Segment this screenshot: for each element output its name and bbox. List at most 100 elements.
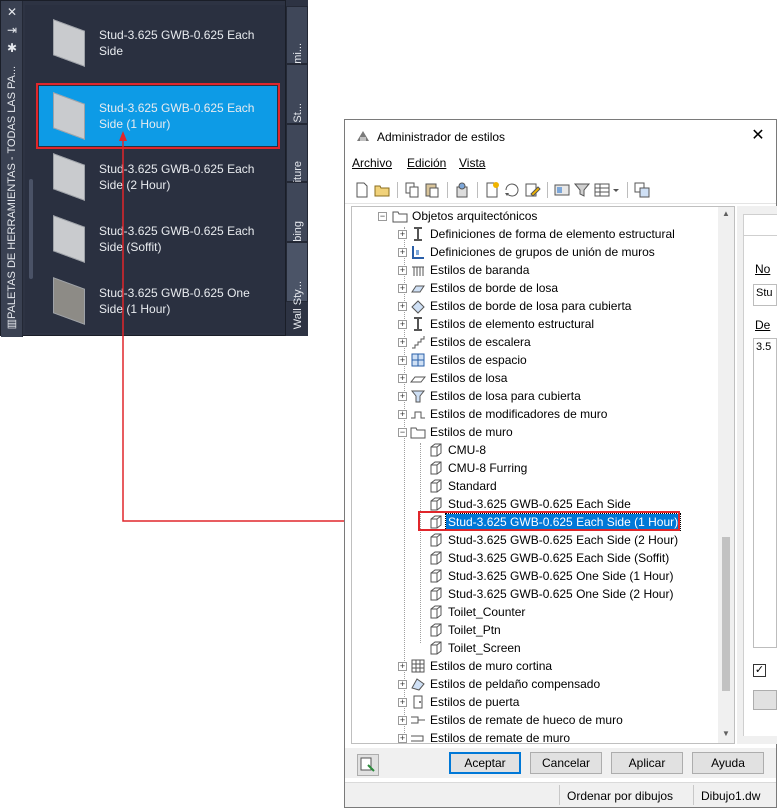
expand-icon[interactable]: +: [398, 266, 407, 275]
tree-node-category[interactable]: + Estilos de peldaño compensado: [352, 675, 720, 693]
tree-node-wall-style[interactable]: Toilet_Screen: [352, 639, 720, 657]
set-from-icon[interactable]: [503, 181, 521, 199]
tree-node-wall-style[interactable]: Standard: [352, 477, 720, 495]
menu-vista[interactable]: Vista: [459, 156, 485, 170]
tree-node-wall-style[interactable]: Toilet_Counter: [352, 603, 720, 621]
tree-node-label: Toilet_Counter: [448, 605, 526, 619]
ok-button[interactable]: Aceptar: [449, 752, 521, 774]
tree-node-wall-style[interactable]: Stud-3.625 GWB-0.625 One Side (2 Hour): [352, 585, 720, 603]
tree-vertical-scrollbar[interactable]: ▲ ▼: [718, 207, 734, 743]
tree-node-wall-style[interactable]: Stud-3.625 GWB-0.625 One Side (1 Hour): [352, 567, 720, 585]
scroll-up-icon[interactable]: ▲: [721, 209, 731, 219]
toolbar-separator: [477, 182, 478, 198]
tree-node-root[interactable]: − Objetos arquitectónicos: [352, 207, 720, 225]
wall-style-icon: [430, 443, 442, 457]
tree-node-wall-style[interactable]: CMU-8: [352, 441, 720, 459]
tree-node-wall-style[interactable]: Stud-3.625 GWB-0.625 Each Side (Soffit): [352, 549, 720, 567]
tab-general[interactable]: [743, 214, 777, 236]
wall-endcap-icon: [411, 735, 424, 742]
tree-node-label: Definiciones de forma de elemento estruc…: [430, 227, 675, 241]
new-drawing-icon[interactable]: [353, 181, 371, 199]
highlight-frame: [418, 511, 680, 531]
tree-node-label: CMU-8 Furring: [448, 461, 528, 475]
description-label: De: [755, 318, 771, 332]
wall-style-icon: [430, 479, 442, 493]
filter-icon[interactable]: [573, 181, 591, 199]
screen: ✕ ⇥ ✱ PALETAS DE HERRAMIENTAS - TODAS LA…: [0, 0, 778, 808]
tree-node-label: Estilos de remate de muro: [430, 731, 571, 744]
tree-node-category[interactable]: + Estilos de losa para cubierta: [352, 387, 720, 405]
tree-node-label: Estilos de puerta: [430, 695, 520, 709]
expand-icon[interactable]: +: [398, 338, 407, 347]
scroll-down-icon[interactable]: ▼: [721, 729, 731, 739]
tree-node-category[interactable]: + Definiciones de forma de elemento estr…: [352, 225, 720, 243]
expand-icon[interactable]: +: [398, 248, 407, 257]
tree-node-label: Stud-3.625 GWB-0.625 One Side (2 Hour): [448, 587, 674, 601]
expand-icon[interactable]: +: [398, 680, 407, 689]
tree-node-category[interactable]: + Estilos de borde de losa para cubierta: [352, 297, 720, 315]
tree-node-label: Estilos de losa: [430, 371, 508, 385]
wall-style-icon: [430, 497, 442, 511]
expand-icon[interactable]: +: [398, 284, 407, 293]
open-drawing-icon[interactable]: [373, 181, 391, 199]
description-field[interactable]: 3.5: [753, 338, 777, 648]
wall-style-icon: [430, 623, 442, 637]
menu-edicion[interactable]: Edición: [407, 156, 446, 170]
expand-icon[interactable]: +: [398, 734, 407, 743]
expand-icon[interactable]: +: [398, 356, 407, 365]
curtain-wall-icon: [411, 659, 425, 673]
tree-node-category[interactable]: + Estilos de elemento estructural: [352, 315, 720, 333]
tree-node-category[interactable]: + Definiciones de grupos de unión de mur…: [352, 243, 720, 261]
expand-icon[interactable]: +: [398, 392, 407, 401]
tree-node-wall-style[interactable]: Stud-3.625 GWB-0.625 Each Side (2 Hour): [352, 531, 720, 549]
expand-icon[interactable]: +: [398, 662, 407, 671]
name-field[interactable]: Stu: [753, 284, 777, 306]
expand-icon[interactable]: +: [398, 230, 407, 239]
expand-icon[interactable]: +: [398, 302, 407, 311]
expand-icon[interactable]: +: [398, 320, 407, 329]
name-label: No: [755, 262, 771, 276]
winder-icon: [411, 678, 425, 691]
toggle-view-button[interactable]: [357, 754, 379, 776]
notes-checkbox[interactable]: ✓: [753, 664, 766, 677]
paste-icon[interactable]: [423, 181, 441, 199]
edit-style-icon[interactable]: [523, 181, 541, 199]
purge-styles-icon[interactable]: [453, 181, 471, 199]
expand-icon[interactable]: +: [398, 410, 407, 419]
expand-icon[interactable]: +: [398, 698, 407, 707]
wall-style-icon: [430, 551, 442, 565]
tree-node-category[interactable]: + Estilos de escalera: [352, 333, 720, 351]
tree-node-wall-style[interactable]: CMU-8 Furring: [352, 459, 720, 477]
collapse-icon[interactable]: −: [378, 212, 387, 221]
view-toggle-icon[interactable]: [593, 181, 621, 199]
help-button[interactable]: Ayuda: [692, 752, 764, 774]
tree-node-category[interactable]: + Estilos de espacio: [352, 351, 720, 369]
tree-node-label: Stud-3.625 GWB-0.625 One Side (1 Hour): [448, 569, 674, 583]
menu-archivo[interactable]: Archivo: [352, 156, 392, 170]
toolbar-separator: [397, 182, 398, 198]
close-button[interactable]: ✕: [748, 126, 768, 146]
tree-node-category-expanded[interactable]: − Estilos de muro: [352, 423, 720, 441]
notes-button[interactable]: [753, 690, 777, 710]
tree-node-wall-style[interactable]: Toilet_Ptn: [352, 621, 720, 639]
tree-node-category[interactable]: + Estilos de puerta: [352, 693, 720, 711]
collapse-icon[interactable]: −: [398, 428, 407, 437]
scrollbar-thumb[interactable]: [722, 537, 730, 691]
tree-node-category[interactable]: + Estilos de losa: [352, 369, 720, 387]
copy-icon[interactable]: [403, 181, 421, 199]
expand-icon[interactable]: +: [398, 374, 407, 383]
tree-node-category[interactable]: + Estilos de baranda: [352, 261, 720, 279]
tree-node-category[interactable]: + Estilos de remate de hueco de muro: [352, 711, 720, 729]
dialog-titlebar[interactable]: Administrador de estilos ✕: [345, 120, 776, 152]
tree-node-category[interactable]: + Estilos de borde de losa: [352, 279, 720, 297]
cancel-button[interactable]: Cancelar: [530, 752, 602, 774]
toggle-view-icon[interactable]: [633, 181, 651, 199]
tree-node-category[interactable]: + Estilos de muro cortina: [352, 657, 720, 675]
apply-button[interactable]: Aplicar: [611, 752, 683, 774]
new-style-icon[interactable]: [483, 181, 501, 199]
tree-node-category[interactable]: + Estilos de remate de muro: [352, 729, 720, 744]
tree-node-category[interactable]: + Estilos de modificadores de muro: [352, 405, 720, 423]
expand-icon[interactable]: +: [398, 716, 407, 725]
tree-node-label: CMU-8: [448, 443, 486, 457]
inline-edit-icon[interactable]: [553, 181, 571, 199]
